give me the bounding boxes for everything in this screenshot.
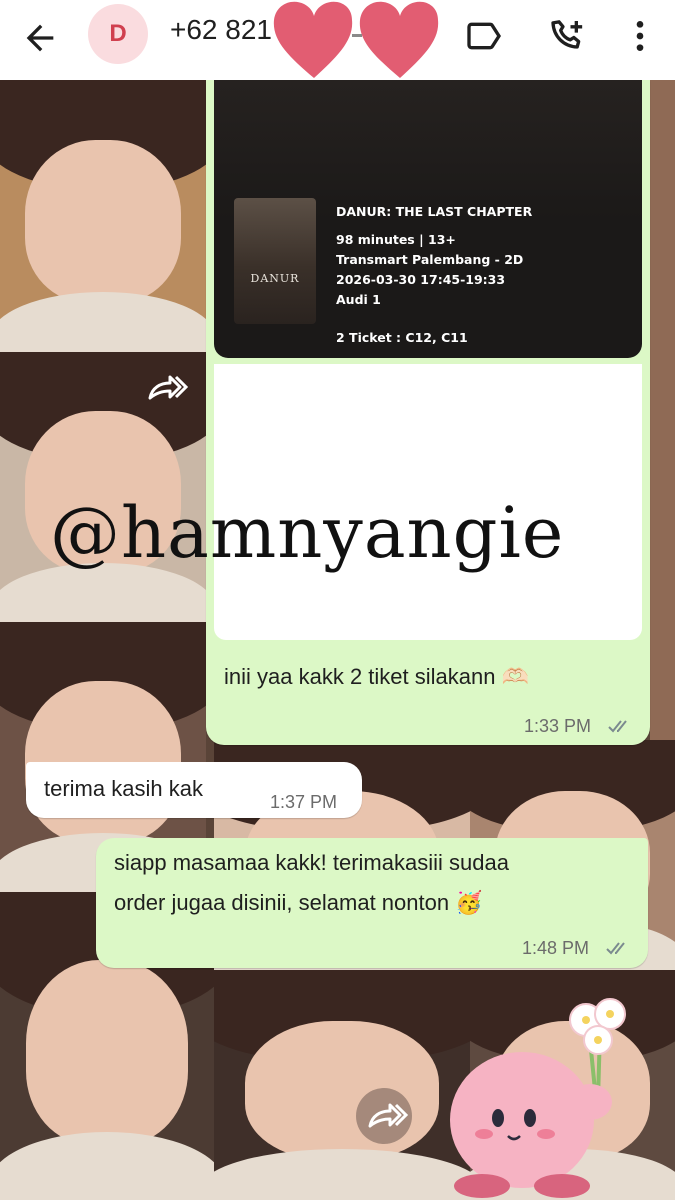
outgoing-message-bubble[interactable]: siapp masamaa kakk! terimakasiii sudaa o…: [96, 838, 648, 968]
ticket-message-bubble[interactable]: DANUR DANUR: THE LAST CHAPTER 98 minutes…: [206, 80, 650, 745]
chat-header: D +62 821: [0, 0, 675, 80]
contact-avatar[interactable]: D: [88, 4, 148, 64]
kirby-flower-sticker: [450, 998, 626, 1198]
movie-poster: DANUR: [234, 198, 316, 324]
movie-duration-rating: 98 minutes | 13+: [336, 232, 456, 247]
message-time: 1:37 PM: [270, 792, 338, 812]
forward-icon[interactable]: [136, 360, 192, 416]
wallpaper-photo: [214, 970, 470, 1200]
heart-sticker-icon: [273, 1, 439, 79]
message-text: terima kasih kak: [44, 776, 203, 801]
message-text: inii yaa kakk 2 tiket silakann 🫶🏻: [224, 664, 529, 689]
read-ticks-icon: [608, 720, 627, 733]
message-text-line1: siapp masamaa kakk! terimakasiii sudaa: [114, 850, 509, 875]
cinema-name: Transmart Palembang - 2D: [336, 252, 524, 267]
forward-icon[interactable]: [356, 1088, 412, 1144]
wallpaper-photo: [0, 80, 206, 352]
contact-name[interactable]: +62 821: [170, 14, 272, 46]
ticket-image[interactable]: DANUR DANUR: THE LAST CHAPTER 98 minutes…: [214, 80, 642, 358]
message-time: 1:33 PM: [524, 716, 592, 736]
message-time: 1:48 PM: [522, 938, 590, 958]
studio-name: Audi 1: [336, 292, 381, 307]
incoming-message-bubble[interactable]: terima kasih kak 1:37 PM: [26, 762, 362, 818]
movie-title: DANUR: THE LAST CHAPTER: [336, 204, 533, 219]
seat-info: 2 Ticket : C12, C11: [336, 330, 468, 345]
show-schedule: 2026-03-30 17:45-19:33: [336, 272, 506, 287]
read-ticks-icon: [606, 942, 625, 955]
more-vert-icon[interactable]: [620, 16, 660, 56]
poster-title: DANUR: [250, 272, 300, 285]
label-icon[interactable]: [464, 16, 504, 56]
back-arrow-icon[interactable]: [20, 18, 60, 58]
message-text-line2: order jugaa disinii, selamat nonton 🥳: [114, 890, 483, 915]
add-call-icon[interactable]: [548, 16, 588, 56]
watermark-text: @hamnyangie: [50, 492, 565, 574]
